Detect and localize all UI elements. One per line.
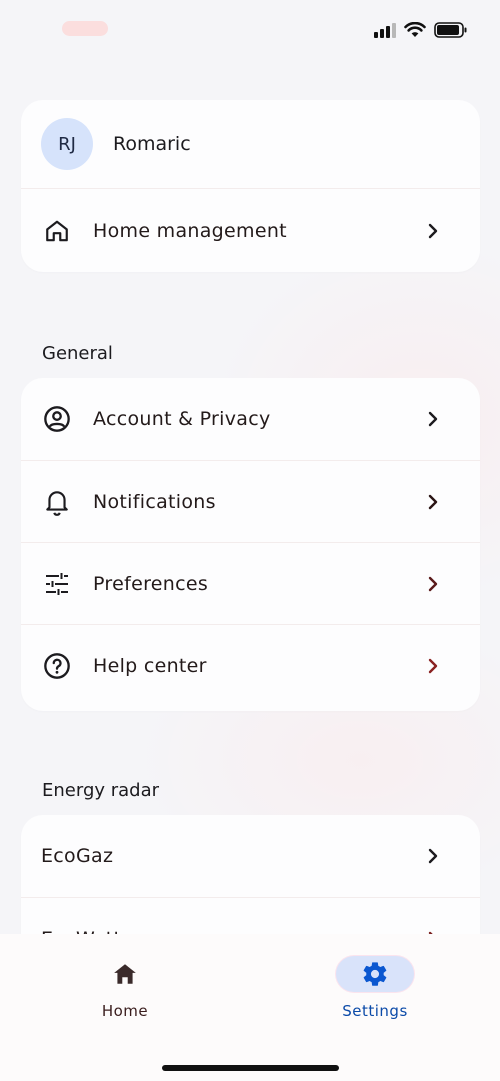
home-outline-icon	[41, 215, 73, 247]
nav-settings[interactable]: Settings	[315, 956, 435, 1020]
preferences-row[interactable]: Preferences	[21, 542, 480, 624]
ecogaz-row[interactable]: EcoGaz	[21, 815, 480, 897]
account-privacy-row[interactable]: Account & Privacy	[21, 378, 480, 460]
help-circle-icon	[41, 650, 73, 682]
chevron-right-icon	[422, 573, 444, 595]
home-management-row[interactable]: Home management	[21, 188, 480, 272]
bottom-navigation: Home Settings	[0, 934, 500, 1081]
avatar: RJ	[41, 118, 93, 170]
chevron-right-icon	[422, 408, 444, 430]
preferences-label: Preferences	[93, 572, 209, 595]
nav-settings-label: Settings	[342, 1002, 408, 1020]
notifications-label: Notifications	[93, 490, 216, 513]
nav-settings-pill	[336, 956, 414, 992]
sliders-icon	[41, 568, 73, 600]
account-privacy-label: Account & Privacy	[93, 408, 271, 430]
general-card: Account & Privacy Notifications Preferen…	[21, 378, 480, 711]
chevron-right-icon	[422, 491, 444, 513]
wifi-icon	[404, 22, 426, 37]
chevron-right-icon	[422, 845, 444, 867]
help-center-row[interactable]: Help center	[21, 624, 480, 706]
nav-home-pill	[86, 956, 164, 992]
chevron-right-icon	[422, 655, 444, 677]
profile-row[interactable]: RJ Romaric	[21, 100, 480, 188]
nav-home[interactable]: Home	[65, 956, 185, 1020]
profile-name: Romaric	[113, 133, 191, 155]
account-circle-icon	[41, 403, 73, 435]
status-bar	[0, 0, 500, 60]
status-icons	[374, 22, 468, 38]
section-title-energy-radar: Energy radar	[42, 780, 160, 801]
home-indicator	[162, 1065, 339, 1071]
chevron-right-icon	[422, 220, 444, 242]
battery-icon	[434, 22, 467, 38]
nav-home-label: Home	[101, 1002, 149, 1020]
notifications-row[interactable]: Notifications	[21, 460, 480, 542]
cellular-signal-icon	[374, 22, 396, 38]
help-center-label: Help center	[93, 654, 207, 677]
bell-icon	[41, 486, 73, 518]
gear-icon	[363, 962, 387, 986]
home-management-label: Home management	[93, 219, 287, 242]
home-icon	[114, 964, 136, 984]
profile-card: RJ Romaric Home management	[21, 100, 480, 272]
ecogaz-label: EcoGaz	[41, 845, 114, 867]
status-pill	[62, 21, 108, 36]
section-title-general: General	[42, 343, 113, 364]
